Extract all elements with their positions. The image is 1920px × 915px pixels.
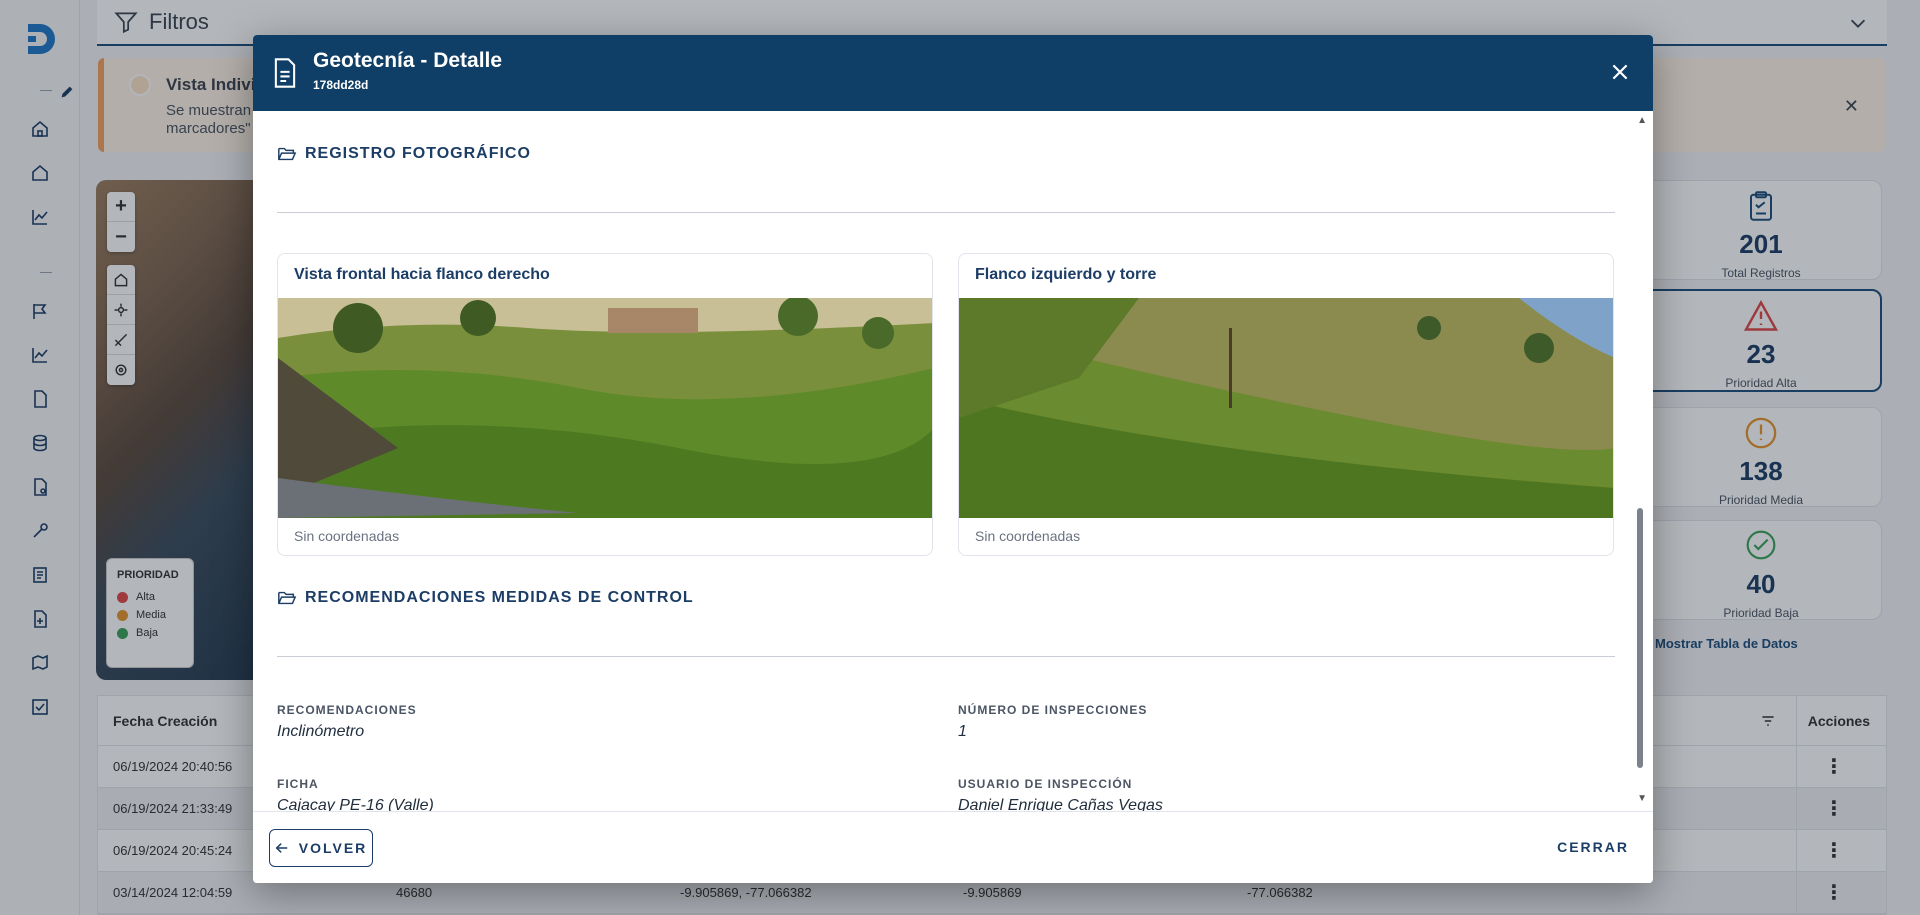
photo-caption: Sin coordenadas — [975, 528, 1081, 544]
section-title: REGISTRO FOTOGRÁFICO — [305, 145, 531, 162]
document-icon — [274, 58, 296, 88]
back-button[interactable]: VOLVER — [269, 829, 373, 867]
scrollbar-thumb[interactable] — [1637, 508, 1643, 768]
section-header-photos: REGISTRO FOTOGRÁFICO — [277, 145, 531, 163]
section-header-recommendations: RECOMENDACIONES MEDIDAS DE CONTROL — [277, 589, 694, 607]
folder-open-icon — [278, 591, 297, 605]
close-icon[interactable] — [1609, 61, 1631, 83]
modal-footer: VOLVER CERRAR — [253, 811, 1653, 883]
arrow-left-icon — [275, 843, 287, 853]
section-divider — [277, 212, 1615, 213]
modal-subtitle: 178dd28d — [313, 78, 369, 92]
photo-title: Flanco izquierdo y torre — [975, 266, 1157, 283]
modal-body[interactable]: REGISTRO FOTOGRÁFICO Vista frontal hacia… — [253, 111, 1653, 847]
photo-caption: Sin coordenadas — [294, 528, 400, 544]
field-label-inspections: NÚMERO DE INSPECCIONES — [958, 703, 1148, 717]
scroll-up-arrow[interactable]: ▲ — [1637, 115, 1647, 126]
close-button[interactable]: CERRAR — [1557, 839, 1629, 855]
photo-image[interactable] — [959, 298, 1613, 518]
field-label-recommendations: RECOMENDACIONES — [277, 703, 417, 717]
field-value-recommendations: Inclinómetro — [277, 723, 365, 740]
photo-card[interactable]: Flanco izquierdo y torre Sin coordenadas — [958, 253, 1614, 556]
back-button-label: VOLVER — [298, 840, 368, 856]
scroll-down-arrow[interactable]: ▼ — [1637, 793, 1647, 804]
section-title: RECOMENDACIONES MEDIDAS DE CONTROL — [305, 589, 694, 606]
folder-open-icon — [278, 147, 297, 161]
modal-header: Geotecnía - Detalle 178dd28d — [253, 35, 1653, 111]
detail-modal: Geotecnía - Detalle 178dd28d REGISTRO FO… — [253, 35, 1653, 883]
field-value-inspections: 1 — [958, 723, 967, 740]
section-divider — [277, 656, 1615, 657]
field-label-user: USUARIO DE INSPECCIÓN — [958, 777, 1133, 791]
field-label-ficha: FICHA — [277, 777, 319, 791]
modal-title: Geotecnía - Detalle — [313, 49, 503, 72]
photo-title: Vista frontal hacia flanco derecho — [294, 266, 550, 283]
photo-card[interactable]: Vista frontal hacia flanco derecho Sin c… — [277, 253, 933, 556]
photo-image[interactable] — [278, 298, 932, 518]
